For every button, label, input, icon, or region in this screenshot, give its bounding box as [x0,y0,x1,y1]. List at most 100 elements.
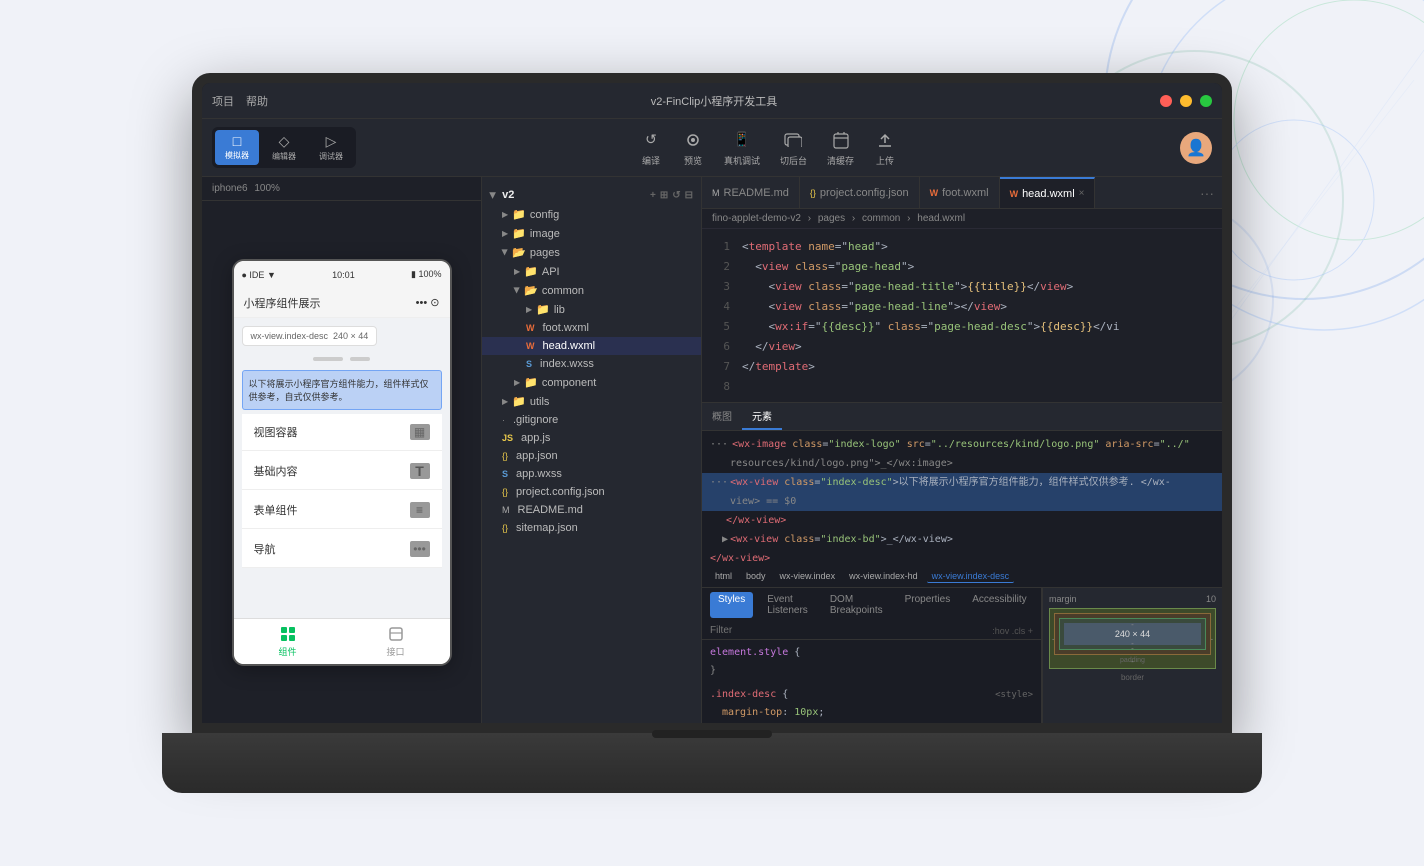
background-icon [782,129,804,151]
tab-foot-wxml[interactable]: W foot.wxml [920,177,1000,208]
tab-dom-breakpoints[interactable]: DOM Breakpoints [822,592,891,618]
tree-file-head-wxml[interactable]: W head.wxml [482,337,701,355]
tree-folder-lib[interactable]: ▶ 📁 lib [482,300,701,319]
tab-components[interactable]: 组件 [234,625,342,658]
styles-left: Styles Event Listeners DOM Breakpoints P… [702,588,1042,723]
folder-icon: 📂 [524,284,538,297]
debugger-btn[interactable]: ▷ 调试器 [309,130,353,165]
clear-cache-icon [830,129,852,151]
collapse-icon[interactable]: ⊟ [685,190,693,201]
html-line: </wx-view> [702,549,1222,566]
html-render: ··· <wx-image class="index-logo" src="..… [702,431,1222,566]
tree-file-sitemap[interactable]: {} sitemap.json [482,519,701,537]
style-rule-index-desc: .index-desc { <style> margin-top: 10px; … [710,686,1033,723]
tree-file-gitignore[interactable]: · .gitignore [482,411,701,429]
elem-tag-wx-view-hd[interactable]: wx-view.index-hd [844,570,923,583]
tree-folder-utils[interactable]: ▶ 📁 utils [482,392,701,411]
styles-tabs: Styles Event Listeners DOM Breakpoints P… [702,588,1041,622]
margin-box: - - - - - - [1049,608,1216,669]
user-avatar[interactable]: 👤 [1180,132,1212,164]
folder-arrow: ▶ [501,249,510,255]
tree-file-app-js[interactable]: JS app.js [482,429,701,447]
elem-tag-wx-view-desc[interactable]: wx-view.index-desc [927,570,1015,583]
code-editor: M README.md {} project.config.json W foo… [702,177,1222,723]
tree-file-app-json[interactable]: {} app.json [482,447,701,465]
tree-file-project-config[interactable]: {} project.config.json [482,483,701,501]
close-button[interactable] [1160,95,1172,107]
simulator-btn[interactable]: □ 模拟器 [215,130,259,165]
tab-accessibility[interactable]: Accessibility [964,592,1034,618]
menu-project[interactable]: 项目 [212,93,234,109]
tab-project-config[interactable]: {} project.config.json [800,177,920,208]
tree-file-readme[interactable]: M README.md [482,501,701,519]
breadcrumb-sep: › [907,213,910,224]
tree-file-index-wxss[interactable]: S index.wxss [482,355,701,373]
editor-btn[interactable]: ◇ 编辑器 [262,130,306,165]
folder-arrow: ▶ [502,397,508,406]
tab-label: head.wxml [1022,188,1075,200]
device-label: iphone6 [212,183,248,194]
tab-event-listeners[interactable]: Event Listeners [759,592,816,618]
folder-name: config [530,209,559,221]
tab-interface[interactable]: 接口 [342,625,450,658]
tab-close-icon[interactable]: × [1079,188,1085,199]
html-line-selected-2: view> == $0 [702,492,1222,511]
list-item-form: 表单组件 ≡ [242,492,442,529]
upload-action[interactable]: 上传 [874,129,896,167]
tree-file-app-wxss[interactable]: S app.wxss [482,465,701,483]
overview-tab[interactable]: 概图 [702,403,742,430]
tree-folder-image[interactable]: ▶ 📁 image [482,224,701,243]
editor-split: 1 <template name="head"> 2 <view class="… [702,229,1222,723]
folder-icon: 📁 [512,208,526,221]
root-arrow: ▶ [489,192,498,198]
tab-head-wxml[interactable]: W head.wxml × [1000,177,1096,208]
tree-folder-pages[interactable]: ▶ 📂 pages [482,243,701,262]
elem-tag-body[interactable]: body [741,570,771,583]
breadcrumb-sep: › [852,213,855,224]
elem-tag-html[interactable]: html [710,570,737,583]
breadcrumb-sep: › [808,213,811,224]
filter-row: :hov .cls + [702,622,1041,640]
window-controls [1160,95,1212,107]
folder-icon: 📁 [524,376,538,389]
tree-file-foot-wxml[interactable]: W foot.wxml [482,319,701,337]
compile-action[interactable]: ↺ 编译 [640,129,662,167]
minimize-button[interactable] [1180,95,1192,107]
tab-more-icon[interactable]: ··· [1192,185,1222,201]
file-name: app.js [521,432,550,444]
tab-properties[interactable]: Properties [897,592,959,618]
new-file-icon[interactable]: + [650,190,656,201]
device-debug-label: 真机调试 [724,154,760,167]
status-time: 10:01 [332,270,355,280]
code-lines[interactable]: 1 <template name="head"> 2 <view class="… [702,229,1222,402]
breadcrumb: fino-applet-demo-v2 › pages › common › h… [702,209,1222,229]
clear-cache-action[interactable]: 清缓存 [827,129,854,167]
list-item-label: 视图容器 [254,424,298,440]
elem-tag-wx-view-index[interactable]: wx-view.index [775,570,841,583]
ide-window: 项目 帮助 v2-FinClip小程序开发工具 □ [202,83,1222,723]
html-line: ▶<wx-view class="index-bd">_</wx-view> [702,530,1222,549]
tab-styles[interactable]: Styles [710,592,753,618]
preview-action[interactable]: 预览 [682,129,704,167]
tree-folder-config[interactable]: ▶ 📁 config [482,205,701,224]
tab-readme[interactable]: M README.md [702,177,800,208]
main-content: iphone6 100% ● IDE ▼ 10:01 ▮ 100% 小程序组件展… [202,177,1222,723]
html-code-view[interactable]: ··· <wx-image class="index-logo" src="..… [702,431,1222,566]
tree-folder-common[interactable]: ▶ 📂 common [482,281,701,300]
folder-arrow: ▶ [514,378,520,387]
device-debug-action[interactable]: 📱 真机调试 [724,129,760,167]
filter-input[interactable] [710,625,992,636]
file-name: project.config.json [516,486,605,498]
refresh-icon[interactable]: ↺ [672,190,680,201]
maximize-button[interactable] [1200,95,1212,107]
tree-folder-component[interactable]: ▶ 📁 component [482,373,701,392]
menu-help[interactable]: 帮助 [246,93,268,109]
background-action[interactable]: 切后台 [780,129,807,167]
new-folder-icon[interactable]: ⊞ [660,190,668,201]
code-view: 1 <template name="head"> 2 <view class="… [702,229,1222,403]
tab-label: foot.wxml [942,187,988,199]
elements-tab[interactable]: 元素 [742,403,782,430]
tree-folder-api[interactable]: ▶ 📁 API [482,262,701,281]
file-type-icon: W [526,323,535,333]
file-tree-header: ▶ v2 + ⊞ ↺ ⊟ [482,185,701,205]
